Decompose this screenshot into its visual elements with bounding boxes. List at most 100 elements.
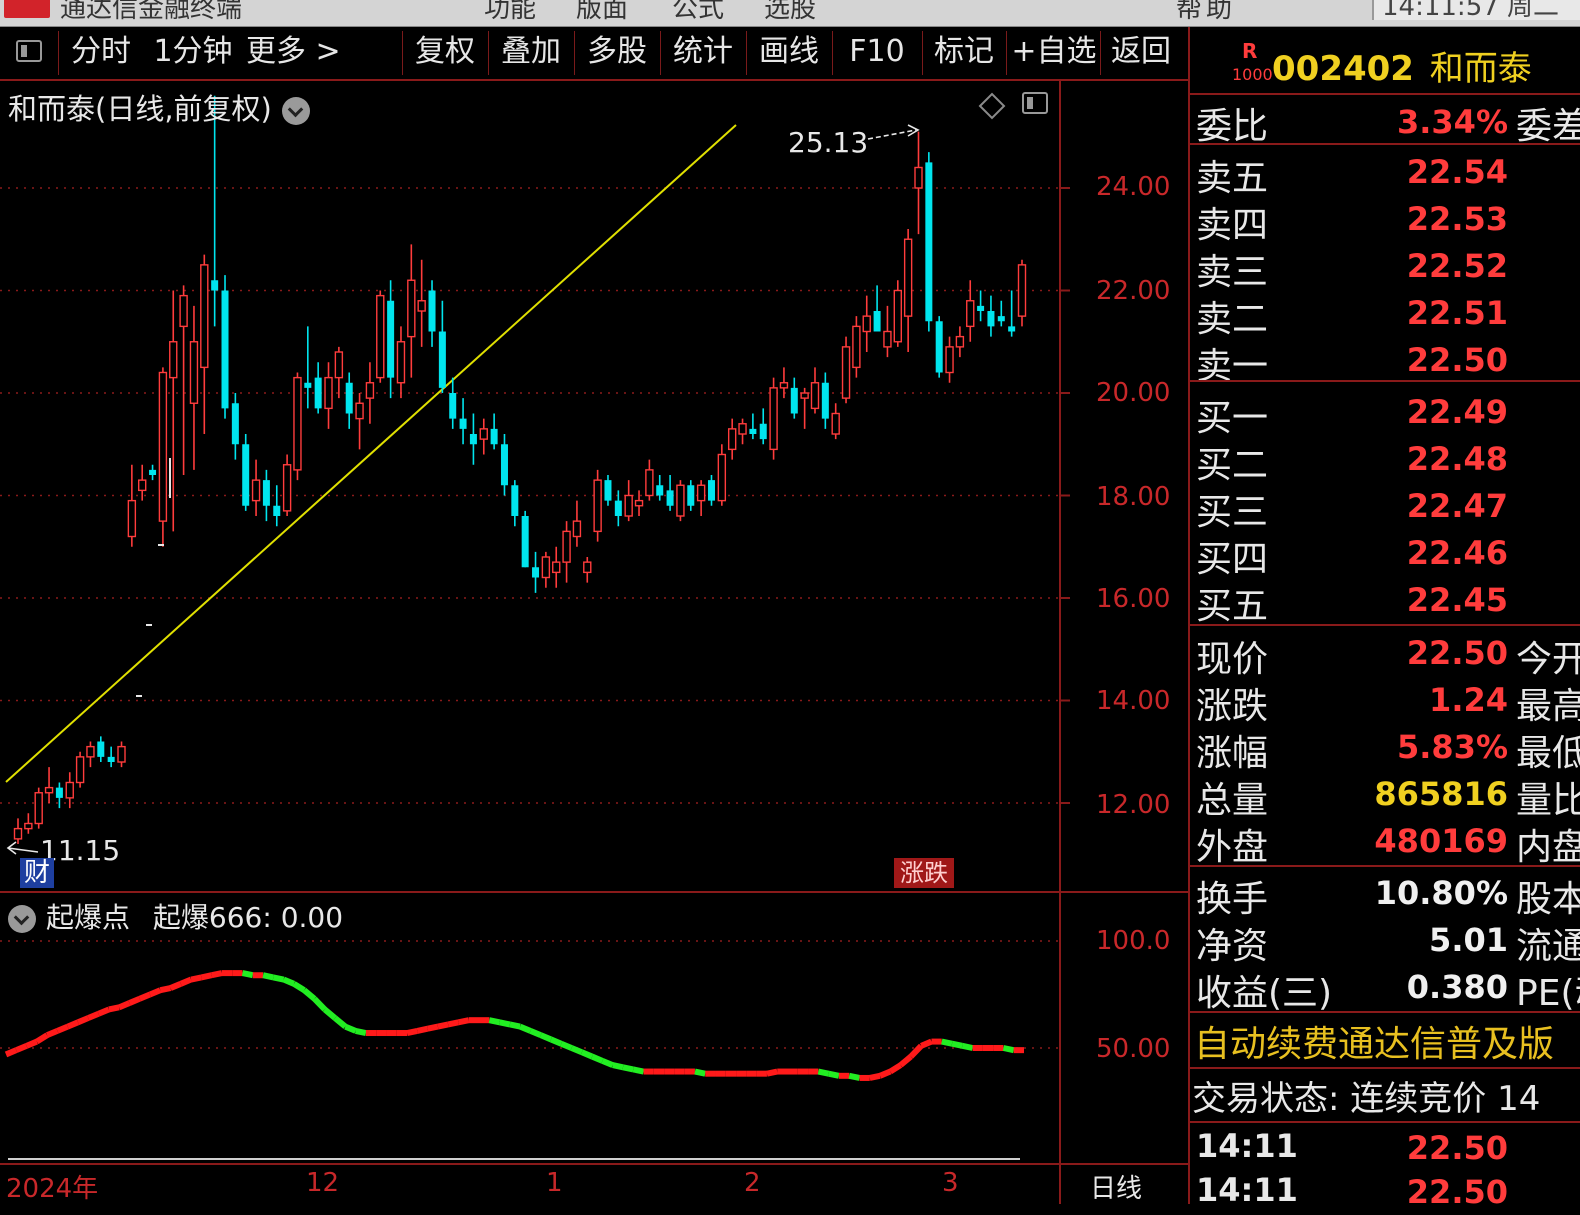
candle[interactable] (893, 280, 902, 347)
candle[interactable] (955, 326, 965, 358)
candle[interactable] (438, 300, 446, 393)
candle[interactable] (593, 469, 602, 542)
f10-button[interactable]: F10 (834, 27, 920, 77)
candle[interactable] (189, 305, 199, 470)
candle[interactable] (376, 290, 385, 383)
statistics-button[interactable]: 统计 (662, 27, 744, 77)
candle[interactable] (831, 403, 840, 440)
marquee-text[interactable]: 自动续费通达信普及版 (1194, 1015, 1554, 1067)
candle[interactable] (769, 377, 778, 460)
candle[interactable] (149, 464, 157, 481)
candle[interactable] (572, 500, 582, 547)
candle[interactable] (511, 480, 519, 527)
candle[interactable] (200, 254, 209, 434)
candle[interactable] (479, 418, 488, 455)
candle[interactable] (676, 480, 685, 522)
multi-stock-button[interactable]: 多股 (576, 27, 658, 77)
candle[interactable] (521, 510, 529, 568)
candle[interactable] (242, 434, 250, 511)
candle[interactable] (273, 485, 281, 527)
candle[interactable] (562, 521, 571, 583)
candle[interactable] (55, 782, 63, 809)
candle[interactable] (211, 95, 219, 327)
candle[interactable] (749, 413, 757, 440)
candle[interactable] (334, 346, 344, 399)
candle[interactable] (852, 316, 861, 378)
candle[interactable] (583, 557, 592, 583)
candle[interactable] (417, 259, 426, 347)
candle[interactable] (86, 741, 95, 768)
add-watchlist-button[interactable]: +自选 (1008, 27, 1100, 77)
candle[interactable] (717, 444, 727, 506)
candle[interactable] (738, 418, 747, 445)
candle[interactable] (251, 459, 261, 516)
menu-function[interactable]: 功能 (484, 0, 536, 25)
candle[interactable] (810, 367, 820, 414)
candle[interactable] (158, 367, 168, 547)
candle[interactable] (179, 285, 188, 475)
menu-select[interactable]: 选股 (764, 0, 816, 25)
candle[interactable] (24, 813, 33, 834)
candle[interactable] (541, 551, 551, 588)
candle[interactable] (821, 372, 829, 429)
candle[interactable] (997, 300, 1005, 327)
candle[interactable] (624, 480, 633, 522)
candle[interactable] (469, 413, 477, 465)
candle[interactable] (34, 787, 43, 829)
menu-help-2[interactable]: 助 (1206, 0, 1232, 25)
candle[interactable] (97, 736, 105, 762)
tab-intraday[interactable]: 分时 (66, 27, 136, 77)
candle[interactable] (282, 454, 292, 517)
menu-help-1[interactable]: 帮 (1176, 0, 1202, 25)
candle[interactable] (666, 475, 674, 511)
chart-title-dropdown-icon[interactable] (281, 97, 310, 125)
candle[interactable] (459, 398, 467, 445)
candle[interactable] (790, 377, 798, 419)
side-panel-toggle-icon[interactable] (1022, 92, 1048, 114)
restore-rights-button[interactable]: 复权 (404, 27, 486, 77)
candle[interactable] (925, 152, 933, 332)
candle[interactable] (696, 480, 706, 516)
candle[interactable] (634, 490, 644, 516)
candle[interactable] (759, 408, 767, 445)
candle[interactable] (1008, 290, 1016, 337)
trend-line[interactable] (5, 124, 737, 783)
candle[interactable] (396, 326, 406, 399)
candle[interactable] (614, 490, 622, 527)
candle[interactable] (407, 244, 416, 378)
candle[interactable] (903, 229, 913, 352)
candle[interactable] (324, 362, 333, 429)
candle[interactable] (231, 393, 239, 460)
candle[interactable] (883, 305, 892, 358)
candle[interactable] (532, 551, 540, 593)
mark-button[interactable]: 标记 (924, 27, 1004, 77)
back-button[interactable]: 返回 (1102, 27, 1180, 77)
candle[interactable] (873, 285, 881, 332)
candle[interactable] (914, 131, 923, 235)
kline-chart-svg[interactable] (0, 80, 1192, 1204)
candle[interactable] (449, 377, 457, 429)
menu-layout[interactable]: 版面 (576, 0, 628, 25)
candle[interactable] (127, 464, 137, 547)
candle[interactable] (13, 818, 23, 844)
candle[interactable] (779, 367, 789, 399)
candle[interactable] (862, 295, 871, 352)
candle[interactable] (687, 480, 695, 511)
candle[interactable] (800, 387, 809, 429)
candle[interactable] (293, 372, 302, 481)
more-periods-button[interactable]: 更多 > (246, 27, 341, 77)
candle[interactable] (44, 767, 54, 803)
candle[interactable] (221, 275, 229, 419)
candle[interactable] (1017, 259, 1027, 327)
indicator-dropdown-icon[interactable] (8, 905, 36, 933)
draw-line-button[interactable]: 画线 (748, 27, 830, 77)
menu-formula[interactable]: 公式 (672, 0, 724, 25)
candle[interactable] (935, 316, 943, 378)
candle[interactable] (262, 469, 270, 522)
candle[interactable] (345, 372, 353, 429)
candle[interactable] (707, 475, 715, 506)
finance-badge[interactable]: 财 (20, 858, 54, 888)
candle[interactable] (75, 751, 85, 788)
overlay-button[interactable]: 叠加 (490, 27, 572, 77)
candle[interactable] (428, 280, 436, 347)
